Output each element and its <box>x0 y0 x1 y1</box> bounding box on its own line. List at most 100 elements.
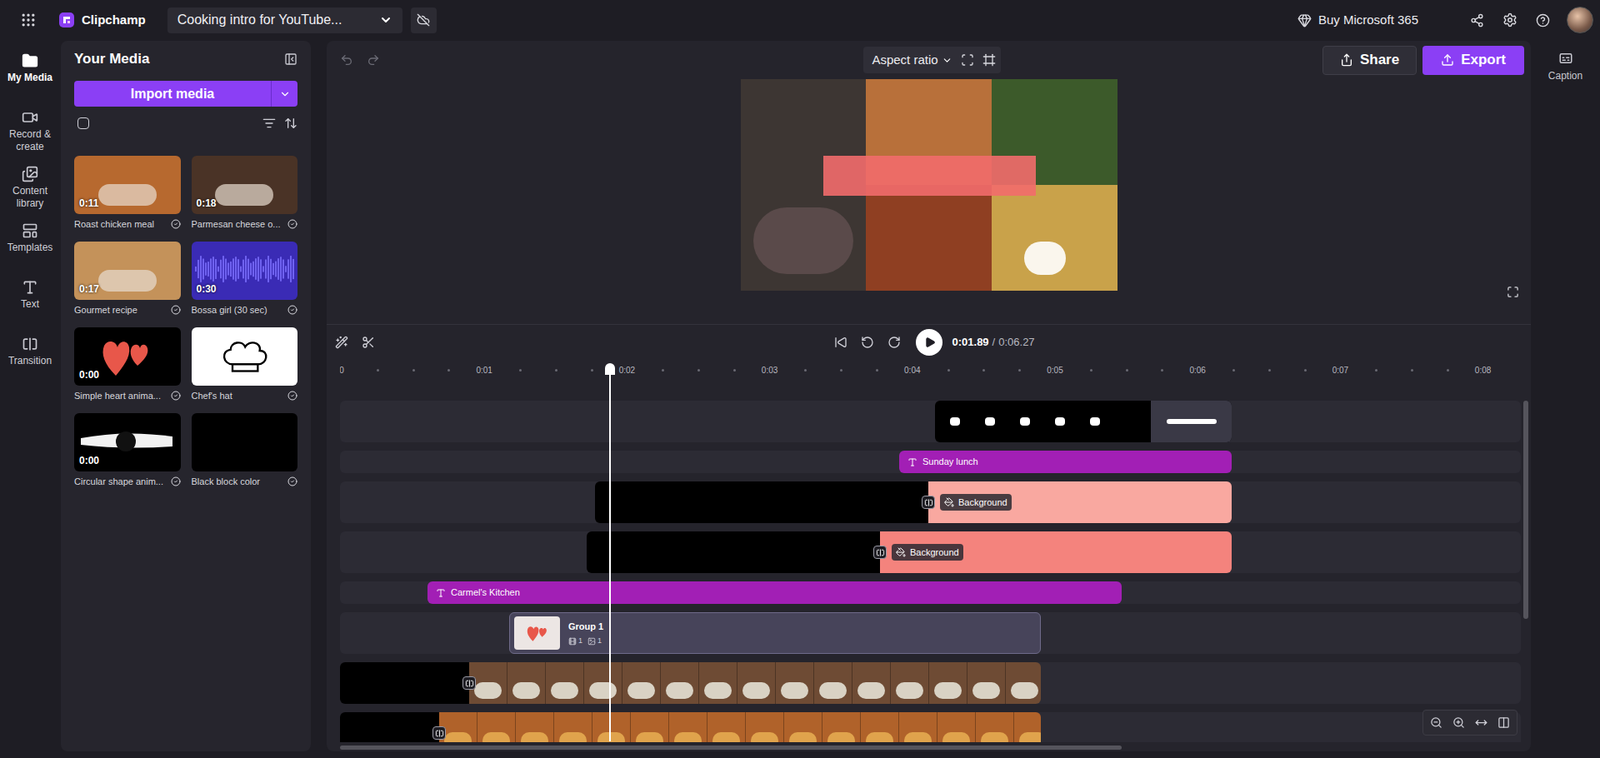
zoom-controls <box>1422 710 1518 736</box>
import-options[interactable] <box>271 80 298 107</box>
connect-icon[interactable] <box>1470 13 1485 28</box>
background-clip[interactable]: Background <box>928 481 1232 524</box>
play-button[interactable] <box>915 329 943 356</box>
settings-icon[interactable] <box>1502 12 1518 28</box>
transition-marker[interactable] <box>921 495 935 510</box>
nav-item-icon <box>21 109 39 126</box>
black-clip[interactable] <box>340 712 440 743</box>
video-frame <box>814 662 853 705</box>
video-frame <box>860 712 900 743</box>
black-clip[interactable] <box>340 662 470 705</box>
overlay-clip[interactable] <box>935 400 1232 443</box>
transition-marker[interactable] <box>462 676 476 690</box>
media-item[interactable]: Chef's hat <box>191 327 299 405</box>
zoom-in-icon[interactable] <box>1452 716 1465 730</box>
transition-marker[interactable] <box>432 726 446 740</box>
ruler-tick <box>1268 369 1271 372</box>
media-item[interactable]: 0:00Simple heart anima... <box>74 327 181 405</box>
split-icon[interactable] <box>361 335 375 350</box>
media-item[interactable]: Black block color <box>191 413 299 490</box>
fullscreen-icon[interactable] <box>1506 285 1520 299</box>
timeline-track <box>340 712 1521 743</box>
group-clip[interactable]: Group 111 <box>509 612 1041 655</box>
crop-icon[interactable] <box>960 53 975 67</box>
nav-item[interactable]: Templates <box>1 219 59 268</box>
filter-icon[interactable] <box>262 116 276 130</box>
sort-icon[interactable] <box>284 116 298 130</box>
nav-item[interactable]: My Media <box>1 49 59 98</box>
fit-icon[interactable] <box>1475 716 1488 730</box>
forward-icon[interactable] <box>887 335 901 350</box>
nav-item[interactable]: Text <box>1 275 59 325</box>
video-frame <box>477 712 516 743</box>
magic-icon[interactable] <box>335 335 349 350</box>
ruler-tick <box>1125 369 1129 372</box>
collapse-panel-icon[interactable] <box>284 52 298 66</box>
nav-item[interactable]: Record & create <box>1 105 59 155</box>
black-clip[interactable] <box>595 481 929 524</box>
caption-button[interactable]: Caption <box>1548 50 1583 84</box>
added-check-icon <box>170 390 181 401</box>
media-item[interactable]: 0:11Roast chicken meal <box>74 155 181 233</box>
zoom-out-icon[interactable] <box>1430 716 1443 730</box>
transition-marker[interactable] <box>873 545 887 560</box>
media-thumbnail[interactable]: 0:17 <box>74 241 181 300</box>
text-clip[interactable]: Carmel's Kitchen <box>427 581 1122 605</box>
nav-item[interactable]: Content library <box>1 162 59 211</box>
timeline-track <box>340 662 1521 705</box>
video-frame <box>852 662 891 705</box>
vertical-scrollbar[interactable] <box>1523 400 1529 743</box>
user-avatar[interactable] <box>1566 6 1594 34</box>
aspect-ratio-dropdown[interactable]: Aspect ratio <box>868 50 952 70</box>
video-clip[interactable] <box>469 662 1041 705</box>
layout-icon[interactable] <box>1497 716 1510 730</box>
upgrade-link[interactable]: Buy Microsoft 365 <box>1297 10 1419 30</box>
export-button[interactable]: Export <box>1422 45 1525 75</box>
help-icon[interactable] <box>1535 13 1550 28</box>
video-frame <box>507 662 546 705</box>
media-item[interactable]: 0:17Gourmet recipe <box>74 241 181 319</box>
ruler-tick <box>376 369 380 372</box>
app-brand[interactable]: Clipchamp <box>58 10 146 30</box>
nav-item-icon <box>21 165 39 183</box>
video-frame <box>775 662 815 705</box>
time-ruler[interactable]: 00:010:020:030:040:050:060:070:08 <box>340 360 1529 380</box>
rewind-icon[interactable] <box>860 335 875 350</box>
background-clip[interactable]: Background <box>880 531 1232 574</box>
ruler-tick <box>982 369 985 372</box>
media-item[interactable]: 0:00Circular shape anim... <box>74 413 181 490</box>
sync-status[interactable] <box>410 7 437 34</box>
text-clip[interactable]: Sunday lunch <box>899 450 1232 474</box>
ruler-label: 0 <box>340 364 345 377</box>
media-thumbnail[interactable] <box>191 413 299 472</box>
redo-icon[interactable] <box>366 53 380 67</box>
video-clip[interactable] <box>439 712 1041 743</box>
media-thumbnail[interactable]: 0:00 <box>74 413 181 472</box>
import-media-button[interactable]: Import media <box>74 80 298 107</box>
ruler-label: 0:04 <box>904 364 920 377</box>
clipchamp-editor: Clipchamp Cooking intro for YouTube... Buy… <box>0 0 1600 758</box>
ruler-tick <box>875 369 879 372</box>
ruler-label: 0:07 <box>1332 364 1349 377</box>
playhead[interactable] <box>605 363 615 742</box>
app-launcher-icon[interactable] <box>20 11 37 29</box>
undo-icon[interactable] <box>340 53 354 67</box>
black-clip[interactable] <box>586 531 880 574</box>
share-button[interactable]: Share <box>1322 45 1417 75</box>
media-thumbnail[interactable]: 0:11 <box>74 155 181 215</box>
media-item[interactable]: 0:30Bossa girl (30 sec) <box>191 241 299 319</box>
fill-icon[interactable] <box>982 53 996 67</box>
media-thumbnail[interactable] <box>191 327 299 386</box>
media-thumbnail[interactable]: 0:00 <box>74 327 181 386</box>
skip-back-icon[interactable] <box>834 335 848 350</box>
horizontal-scrollbar[interactable] <box>340 745 1122 750</box>
media-item[interactable]: 0:18Parmesan cheese o... <box>191 155 299 233</box>
media-duration: 0:00 <box>79 453 100 469</box>
project-title-field[interactable]: Cooking intro for YouTube... <box>167 7 403 34</box>
nav-item[interactable]: Transition <box>1 332 59 381</box>
select-all-checkbox[interactable] <box>77 117 90 130</box>
media-thumbnail[interactable]: 0:30 <box>191 241 299 300</box>
media-thumbnail[interactable]: 0:18 <box>191 155 299 215</box>
title-dropdown-icon[interactable] <box>379 13 393 27</box>
video-frame <box>592 712 631 743</box>
